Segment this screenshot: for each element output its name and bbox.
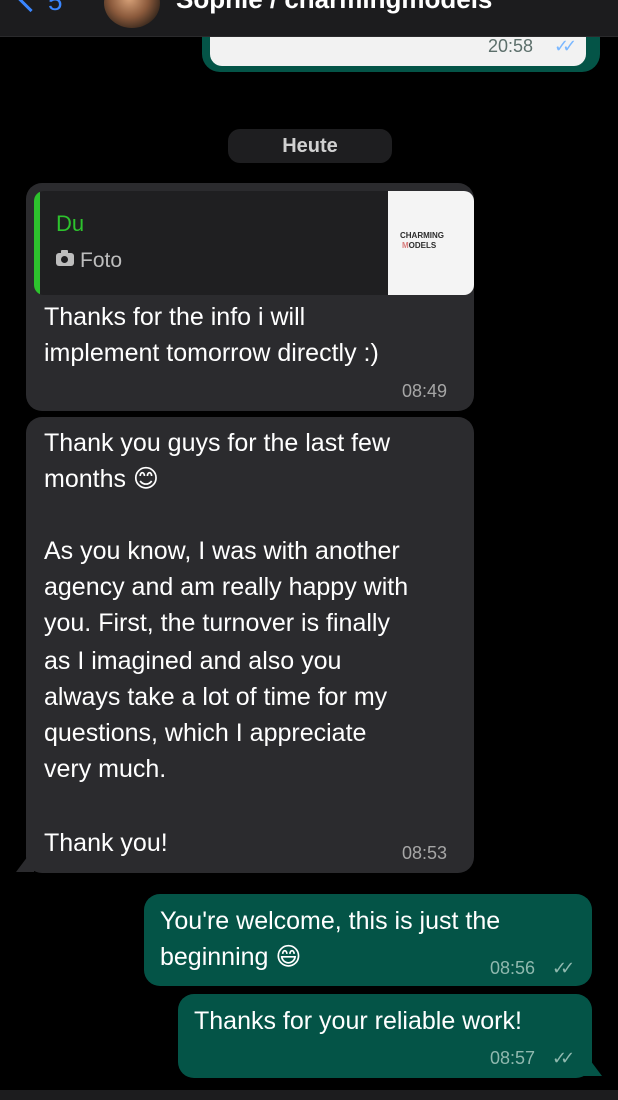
message-line: always take a lot of time for my	[44, 683, 388, 711]
message-line: agency and am really happy with	[44, 573, 409, 601]
message-line: You're welcome, this is just the	[160, 907, 501, 935]
incoming-message[interactable]: Thank you guys for the last few months 😊…	[26, 417, 474, 873]
avatar[interactable]	[104, 0, 160, 28]
chat-header: 5 Sophie / charmingmodels	[0, 0, 618, 37]
message-line: Thanks for the info i will	[44, 303, 306, 331]
reply-quote[interactable]: Du Foto CHARMING MODELS	[34, 191, 474, 295]
camera-icon	[56, 249, 74, 266]
thumb-logo-line2: MODELS	[402, 241, 437, 250]
thumb-logo-line1: CHARMING	[400, 231, 444, 240]
message-line: as I imagined and also you	[44, 647, 342, 675]
input-bar-edge	[0, 1090, 618, 1100]
reply-author: Du	[56, 211, 85, 236]
message-line: Thank you!	[44, 829, 168, 857]
reply-accent-bar	[34, 191, 40, 295]
message-time: 08:53	[402, 843, 448, 863]
message-time: 08:56	[490, 958, 536, 978]
outgoing-message[interactable]: You're welcome, this is just the beginni…	[144, 894, 592, 986]
outgoing-message[interactable]: Thanks for your reliable work! 08:57 ✓✓	[178, 994, 592, 1078]
back-chevron-icon[interactable]	[12, 0, 49, 13]
message-line: you. First, the turnover is finally	[44, 609, 390, 637]
reply-type-label: Foto	[80, 249, 123, 272]
read-ticks-icon: ✓✓	[552, 958, 575, 978]
message-line: beginning 😄	[160, 943, 302, 971]
message-line: Thank you guys for the last few	[44, 429, 391, 457]
incoming-message[interactable]: Du Foto CHARMING MODELS Thanks for the i…	[26, 183, 474, 411]
unread-count[interactable]: 5	[48, 0, 62, 17]
message-time: 20:58	[488, 36, 534, 56]
read-ticks-icon: ✓✓	[554, 36, 577, 56]
message-line: months 😊	[44, 465, 159, 493]
reply-thumbnail: CHARMING MODELS	[388, 191, 474, 295]
message-line: Thanks for your reliable work!	[194, 1007, 522, 1035]
message-line: implement tomorrow directly :)	[44, 339, 379, 367]
reply-type: Foto	[56, 249, 122, 273]
bubble-tail	[16, 848, 34, 872]
message-time: 08:49	[402, 381, 448, 401]
message-line: questions, which I appreciate	[44, 719, 367, 747]
message-line: very much.	[44, 755, 167, 783]
read-ticks-icon: ✓✓	[552, 1048, 575, 1068]
message-time: 08:57	[490, 1048, 536, 1068]
date-separator: Heute	[228, 129, 392, 163]
bubble-tail	[584, 1052, 602, 1076]
message-line: As you know, I was with another	[44, 537, 400, 565]
chat-title[interactable]: Sophie / charmingmodels	[176, 0, 492, 15]
